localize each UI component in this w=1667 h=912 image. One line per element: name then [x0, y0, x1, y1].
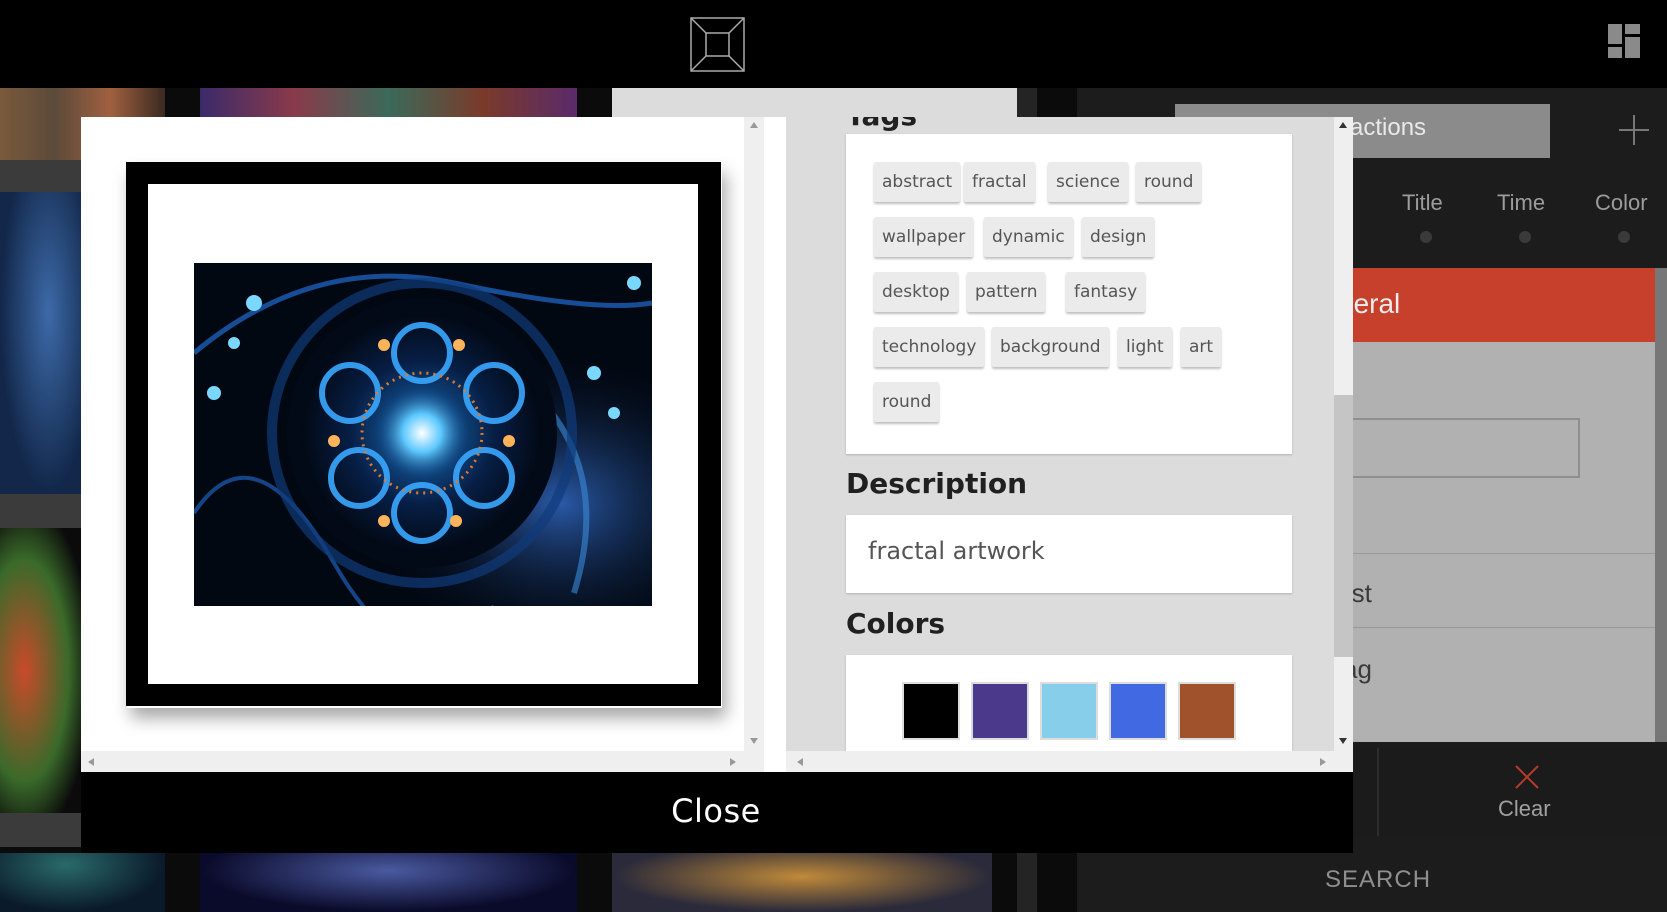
- filter-scrollbar[interactable]: [1655, 268, 1667, 742]
- tag-chip[interactable]: science: [1048, 162, 1128, 202]
- close-button[interactable]: Close: [636, 792, 796, 836]
- grid-layout-icon[interactable]: [1608, 24, 1640, 58]
- color-swatch[interactable]: [1040, 682, 1098, 740]
- image-info-pane: Tags abstract fractal science round wall…: [786, 117, 1334, 751]
- preview-horizontal-scrollbar[interactable]: [81, 751, 764, 772]
- sort-radio[interactable]: [1618, 231, 1630, 243]
- tag-chip[interactable]: wallpaper: [874, 217, 974, 257]
- gallery-thumbnail[interactable]: [200, 88, 577, 118]
- description-title: Description: [846, 467, 1028, 500]
- scroll-right-arrow-icon[interactable]: [729, 757, 737, 767]
- tag-chip[interactable]: dynamic: [984, 217, 1073, 257]
- color-swatch[interactable]: [1178, 682, 1236, 740]
- description-text: fractal artwork: [868, 537, 1045, 565]
- gallery-thumbnail[interactable]: [200, 853, 577, 912]
- info-scrollbar-thumb[interactable]: [1334, 395, 1353, 657]
- scroll-left-arrow-icon[interactable]: [796, 757, 804, 767]
- tag-chip[interactable]: art: [1181, 327, 1222, 367]
- search-button[interactable]: SEARCH: [1325, 866, 1431, 894]
- tag-chip[interactable]: desktop: [874, 272, 958, 312]
- clear-label: Clear: [1498, 796, 1551, 821]
- scroll-up-arrow-icon[interactable]: [749, 121, 759, 129]
- description-box: fractal artwork: [846, 515, 1292, 593]
- scroll-right-arrow-icon[interactable]: [1319, 757, 1327, 767]
- preview-vertical-scrollbar[interactable]: [744, 117, 764, 751]
- tag-chip[interactable]: light: [1118, 327, 1172, 367]
- colors-palette: [846, 655, 1292, 751]
- tag-chip[interactable]: pattern: [967, 272, 1046, 312]
- artwork-image: [194, 263, 652, 606]
- tag-chip[interactable]: round: [1136, 162, 1202, 202]
- colors-title: Colors: [846, 607, 946, 640]
- gallery-thumbnail[interactable]: [0, 192, 81, 494]
- square-frame-logo-icon[interactable]: [690, 17, 745, 72]
- scroll-up-arrow-icon[interactable]: [1338, 121, 1348, 129]
- tags-list: abstract fractal science round wallpaper…: [846, 134, 1292, 454]
- sort-color[interactable]: Color: [1595, 190, 1648, 216]
- scroll-down-arrow-icon[interactable]: [1338, 737, 1348, 745]
- gallery-thumbnail[interactable]: [0, 528, 81, 813]
- tag-chip[interactable]: fractal: [964, 162, 1035, 202]
- top-bar: [0, 0, 1667, 88]
- info-horizontal-scrollbar[interactable]: [786, 751, 1353, 772]
- tag-chip[interactable]: round: [874, 382, 940, 422]
- artwork-preview-pane: [81, 117, 744, 751]
- sort-time[interactable]: Time: [1497, 190, 1545, 216]
- tag-chip[interactable]: background: [992, 327, 1109, 367]
- add-icon[interactable]: [1617, 113, 1651, 147]
- gallery-thumbnail[interactable]: [0, 853, 165, 912]
- color-swatch[interactable]: [1109, 682, 1167, 740]
- scroll-down-arrow-icon[interactable]: [749, 737, 759, 745]
- color-swatch[interactable]: [971, 682, 1029, 740]
- sort-radio[interactable]: [1519, 231, 1531, 243]
- sort-radio[interactable]: [1420, 231, 1432, 243]
- sort-title[interactable]: Title: [1402, 190, 1443, 216]
- tag-chip[interactable]: abstract: [874, 162, 961, 202]
- scroll-left-arrow-icon[interactable]: [87, 757, 95, 767]
- collection-select-value: actions: [1350, 114, 1427, 141]
- image-detail-dialog: Tags abstract fractal science round wall…: [81, 117, 1353, 772]
- tag-chip[interactable]: technology: [874, 327, 985, 367]
- gallery-thumbnail[interactable]: [612, 853, 992, 912]
- color-swatch[interactable]: [902, 682, 960, 740]
- gallery-thumbnail[interactable]: [612, 88, 1017, 118]
- tags-section-title: Tags: [846, 117, 917, 132]
- tag-chip[interactable]: fantasy: [1066, 272, 1146, 312]
- clear-x-icon: [1515, 765, 1539, 789]
- tag-chip[interactable]: design: [1082, 217, 1155, 257]
